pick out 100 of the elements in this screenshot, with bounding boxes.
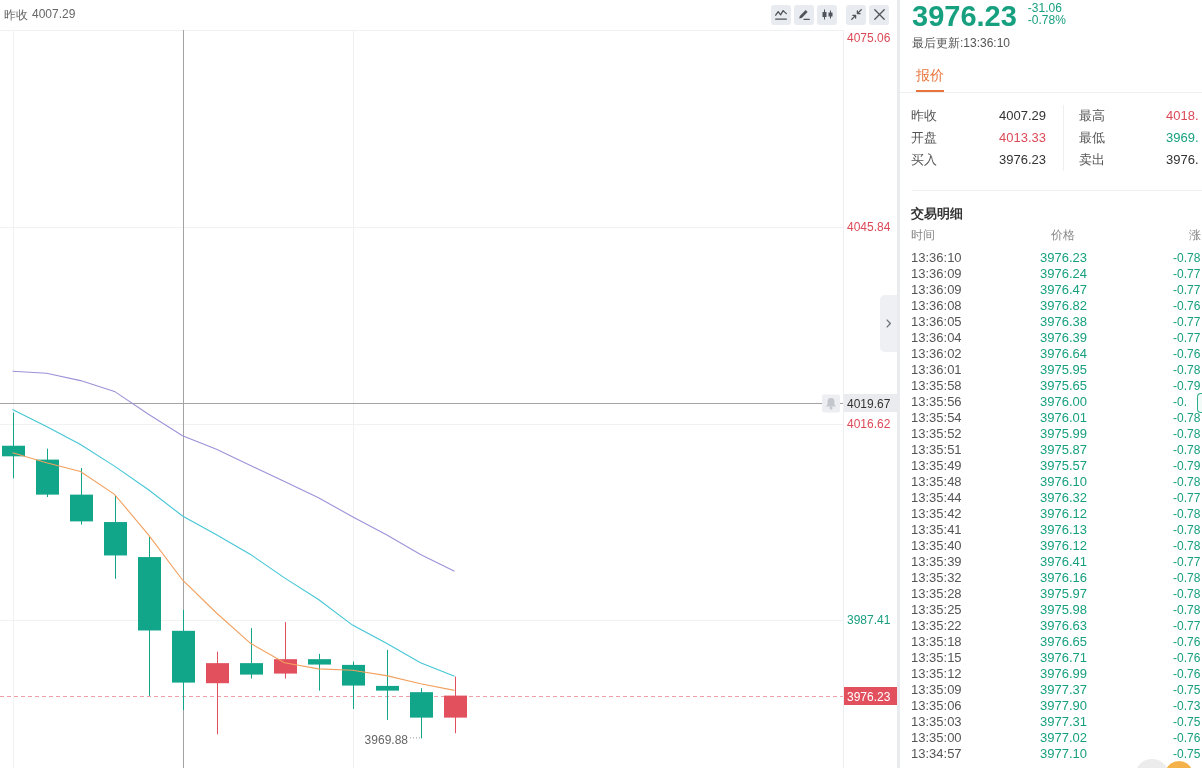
trade-price: 3976.01 [1039,410,1087,426]
close-icon [873,9,885,20]
prev-close-label: 昨收 [4,6,28,24]
trade-price: 3977.37 [1039,682,1087,698]
trade-time: 13:35:00 [911,730,962,746]
column-header: 时间 [911,227,936,243]
candle [240,628,263,679]
stat-value: 4013.33 [999,129,1046,147]
trade-time: 13:35:06 [911,698,962,714]
percent-change: -0.78% [1027,14,1066,26]
stat-label: 最高 [1079,107,1106,125]
trade-time: 13:35:51 [911,442,962,458]
trade-change: -0.76 [1173,634,1201,650]
trade-time: 13:36:09 [911,266,962,282]
trade-change: -0.77 [1173,266,1201,282]
floating-tab-icon[interactable] [1197,393,1202,413]
trade-price: 3976.39 [1039,330,1087,346]
trade-time: 13:35:39 [911,554,962,570]
trade-change: -0.77 [1173,618,1201,634]
trade-time: 13:35:32 [911,570,962,586]
pencil-icon [798,9,810,20]
trade-price: 3975.97 [1039,586,1087,602]
trade-change: -0.76 [1173,730,1201,746]
trade-change: -0.78 [1173,506,1201,522]
trade-time: 13:35:40 [911,538,962,554]
trade-change: -0. [1173,394,1187,410]
trade-price: 3976.13 [1039,522,1087,538]
candle [274,622,297,679]
chevron-right-icon [886,319,891,328]
candle [2,412,25,479]
axis-price-label: 4045.84 [847,219,891,234]
trade-change: -0.73 [1173,698,1201,714]
trade-change: -0.79 [1173,458,1201,474]
trade-time: 13:35:48 [911,474,962,490]
shrink-icon [850,9,862,20]
trade-price: 3976.32 [1039,490,1087,506]
trade-time: 13:35:54 [911,410,962,426]
trade-price: 3975.95 [1039,362,1087,378]
trade-price: 3977.10 [1039,746,1087,762]
candle [342,661,365,709]
trade-price: 3976.65 [1039,634,1087,650]
trade-change: -0.78 [1173,442,1201,458]
trade-change: -0.78 [1173,586,1201,602]
stat-value: 4018. [1166,108,1199,123]
last-price: 3976.23 [912,0,1017,32]
trade-change: -0.77 [1173,282,1201,298]
candle [36,448,59,497]
trade-change: -0.77 [1173,330,1201,346]
trade-change: -0.78 [1173,250,1201,266]
stat-label: 开盘 [911,129,937,147]
trade-time: 13:35:28 [911,586,962,602]
candlestick-icon [821,9,833,20]
trade-change: -0.76 [1173,650,1201,666]
trade-time: 13:36:08 [911,298,962,314]
trade-price: 3976.12 [1039,506,1087,522]
trade-time: 13:36:05 [911,314,962,330]
trade-time: 13:36:04 [911,330,962,346]
axis-price-label: 4016.62 [847,416,891,431]
trade-price: 3975.99 [1039,426,1087,442]
prev-close-value: 4007.29 [32,6,76,23]
trade-time: 13:35:03 [911,714,962,730]
shrink-button[interactable] [846,4,866,25]
trade-time: 13:35:12 [911,666,962,682]
trade-time: 13:35:42 [911,506,962,522]
trade-price: 3976.41 [1039,554,1087,570]
candle [308,653,331,691]
trade-change: -0.77 [1173,314,1201,330]
trade-price: 3975.65 [1039,378,1087,394]
trade-time: 13:36:01 [911,362,962,378]
trade-change: -0.78 [1173,426,1201,442]
trade-price: 3977.31 [1039,714,1087,730]
trade-price: 3976.82 [1039,298,1087,314]
trade-change: -0.78 [1173,602,1201,618]
trade-price: 3976.71 [1039,650,1087,666]
trade-change: -0.75 [1173,682,1201,698]
trade-time: 13:35:22 [911,618,962,634]
trade-price: 3977.02 [1039,730,1087,746]
trade-time: 13:35:44 [911,490,962,506]
chart-type-button[interactable] [817,4,837,25]
trade-change: -0.77 [1173,490,1201,506]
price-change: -31.06 [1027,2,1063,14]
trade-time: 13:35:09 [911,682,962,698]
trade-change: -0.78 [1173,474,1201,490]
trade-time: 13:35:41 [911,522,962,538]
quote-tab[interactable]: 报价 [916,65,944,92]
trade-price: 3975.57 [1039,458,1087,474]
trade-change: -0.76 [1173,346,1201,362]
trade-change: -0.78 [1173,362,1201,378]
draw-button[interactable] [794,4,814,25]
close-button[interactable] [869,4,889,25]
trade-time: 13:35:56 [911,394,962,410]
leader-line [409,737,421,739]
last-updated-text: 最后更新:13:36:10 [911,35,1012,51]
stat-value: 4007.29 [999,107,1046,125]
trade-time: 13:35:52 [911,426,962,442]
trade-time: 13:35:49 [911,458,962,474]
trade-time: 13:35:58 [911,378,962,394]
line-chart-icon [775,9,787,20]
indicator-button[interactable] [771,4,791,25]
trade-change: -0.75 [1173,714,1201,730]
